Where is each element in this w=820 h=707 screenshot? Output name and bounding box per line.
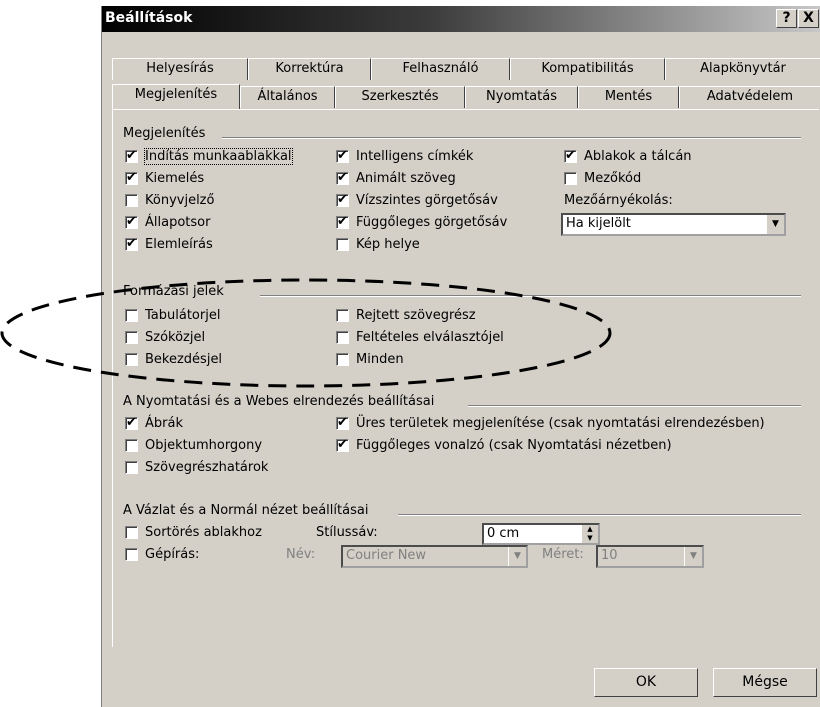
dashed-ellipse bbox=[0, 278, 612, 388]
tab-megjelenites[interactable]: Megjelenítés bbox=[112, 84, 240, 109]
